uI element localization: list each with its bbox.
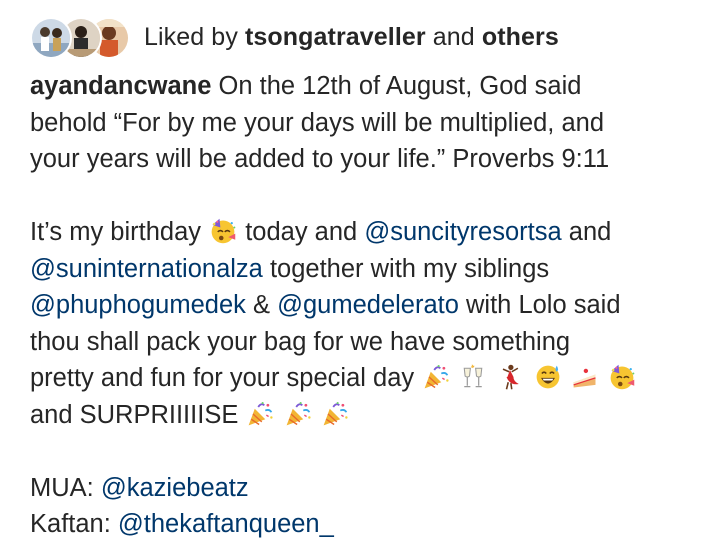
caption-text: It’s my birthday: [30, 218, 202, 246]
caption-line: thou shall pack your bag for we have som…: [30, 324, 700, 361]
likes-prefix: Liked by: [144, 22, 238, 51]
mention-link[interactable]: @thekaftanqueen_: [118, 510, 334, 538]
caption-line: Kaftan: @thekaftanqueen_: [30, 506, 700, 543]
caption-text: your years will be added to your life.” …: [30, 145, 610, 173]
party-popper-icon: [422, 363, 450, 391]
mention-link[interactable]: @kaziebeatz: [101, 474, 249, 502]
caption-text: Kaftan:: [30, 510, 111, 538]
mention-link[interactable]: @phuphogumedek: [30, 291, 246, 319]
caption-line: ayandancwane On the 12th of August, God …: [30, 68, 700, 105]
caption-text: with Lolo said: [466, 291, 621, 319]
caption-text: and: [568, 218, 612, 246]
likes-connector: and: [432, 22, 475, 51]
caption-text: &: [252, 291, 270, 319]
liker-avatars[interactable]: [30, 15, 130, 59]
avatar[interactable]: [30, 17, 72, 59]
caption-text: today and: [245, 218, 358, 246]
party-popper-icon: [284, 400, 312, 428]
caption-username[interactable]: ayandancwane: [30, 72, 211, 100]
caption-line: It’s my birthday today and @suncityresor…: [30, 214, 700, 251]
post-caption: ayandancwane On the 12th of August, God …: [30, 68, 700, 543]
caption-line: behold “For by me your days will be mult…: [30, 105, 700, 142]
caption-text: pretty and fun for your special day: [30, 364, 415, 392]
party-popper-icon: [321, 400, 349, 428]
caption-line: @suninternationalza together with my sib…: [30, 251, 700, 288]
caption-text: On the 12th of August, God said: [218, 72, 582, 100]
partying-face-icon: [608, 363, 636, 391]
caption-text: thou shall pack your bag for we have som…: [30, 327, 571, 356]
caption-text: together with my siblings: [269, 254, 550, 283]
caption-line: pretty and fun for your special day: [30, 360, 700, 397]
likes-others-link[interactable]: others: [482, 23, 559, 51]
caption-text: and SURPRIIIIISE: [30, 400, 239, 429]
caption-text: behold “For by me your days will be mult…: [30, 108, 605, 137]
liker-username[interactable]: tsongatraveller: [245, 23, 426, 51]
caption-line: your years will be added to your life.” …: [30, 141, 700, 178]
caption-line: MUA: @kaziebeatz: [30, 470, 700, 507]
caption-line: @phuphogumedek & @gumedelerato with Lolo…: [30, 287, 700, 324]
mention-link[interactable]: @gumedelerato: [277, 291, 459, 319]
likes-summary: Liked by tsongatraveller and others: [144, 23, 559, 52]
likes-row: Liked by tsongatraveller and others: [30, 14, 559, 60]
dancer-icon: [496, 363, 524, 391]
party-popper-icon: [246, 400, 274, 428]
partying-face-icon: [209, 217, 237, 245]
cake-icon: [571, 363, 599, 391]
grinning-sweat-icon: [534, 363, 562, 391]
caption-line: and SURPRIIIIISE: [30, 397, 700, 434]
caption-text: MUA:: [30, 473, 94, 502]
mention-link[interactable]: @suncityresortsa: [364, 218, 561, 246]
mention-link[interactable]: @suninternationalza: [30, 255, 263, 283]
clinking-glasses-icon: [459, 363, 487, 391]
